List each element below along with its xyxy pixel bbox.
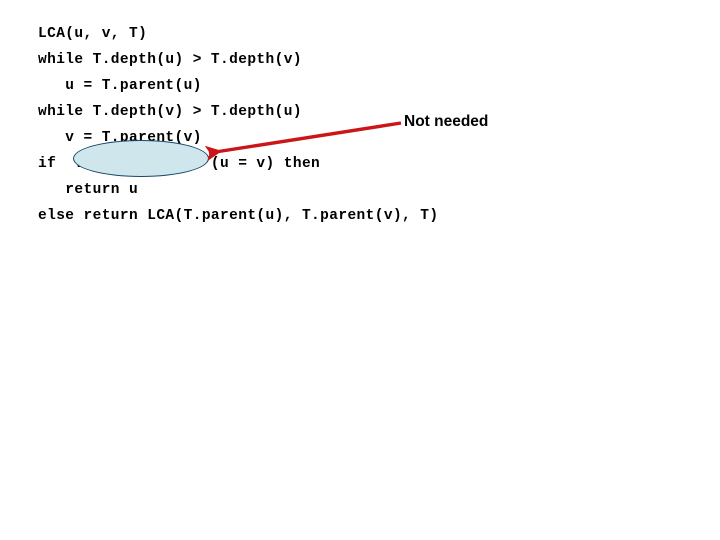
code-line-return: return u <box>38 182 139 198</box>
code-line-while-2: while T.depth(v) > T.depth(u) <box>38 104 302 120</box>
code-line-assign-u: u = T.parent(u) <box>38 78 202 94</box>
pseudocode-block: LCA(u, v, T) while T.depth(u) > T.depth(… <box>38 21 658 229</box>
highlight-ellipse <box>73 140 209 177</box>
code-line-while-1: while T.depth(u) > T.depth(v) <box>38 52 302 68</box>
code-line-else: else return LCA(T.parent(u), T.parent(v)… <box>38 208 439 224</box>
slide-canvas: LCA(u, v, T) while T.depth(u) > T.depth(… <box>0 0 720 540</box>
code-line-signature: LCA(u, v, T) <box>38 26 148 42</box>
annotation-label: Not needed <box>404 113 489 130</box>
